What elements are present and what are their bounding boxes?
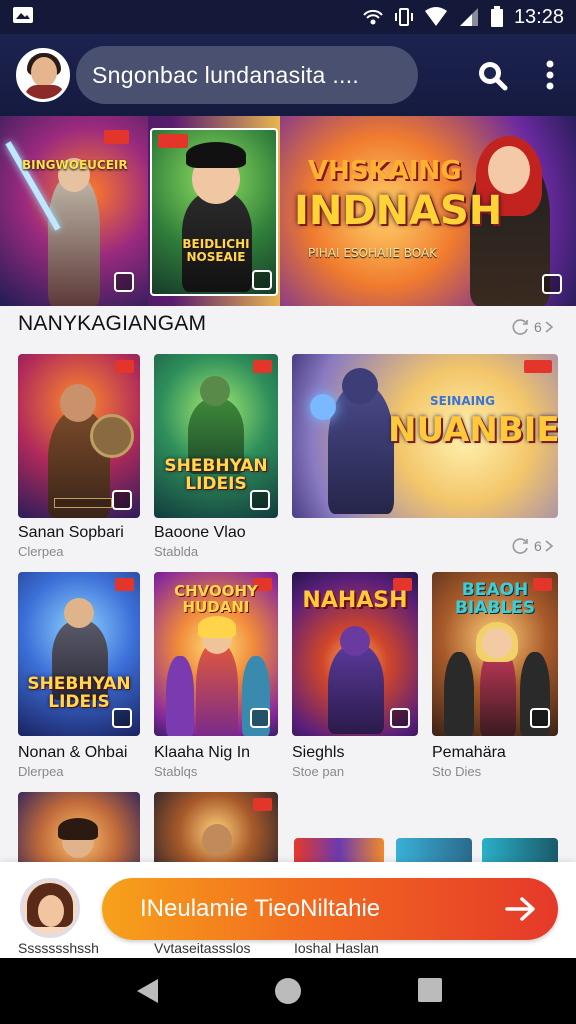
card-logo: SHEBHYAN LIDEIS bbox=[164, 456, 268, 495]
card-title: Baoone Vlao bbox=[154, 524, 246, 541]
card-subtitle: Stoe pan bbox=[292, 764, 345, 779]
card-corner-icon bbox=[530, 708, 550, 728]
panel-3-corner-icon bbox=[542, 274, 562, 294]
see-more-button[interactable]: 6 bbox=[510, 537, 554, 555]
signal-icon bbox=[459, 8, 478, 26]
notification-icon bbox=[13, 6, 33, 23]
see-more-count: 6 bbox=[534, 319, 542, 335]
home-circle-icon[interactable] bbox=[274, 977, 302, 1010]
hero-panel-2-caption: BEIDLICHI NOSEAIE bbox=[182, 237, 250, 264]
search-text: Sngonbac lundanasita .... bbox=[92, 61, 360, 88]
game-card[interactable] bbox=[154, 792, 278, 872]
hero-title-top: VHSKAING bbox=[308, 156, 462, 186]
peek-label: Vvtaseitassslos bbox=[154, 940, 251, 956]
more-vertical-icon[interactable] bbox=[546, 60, 554, 90]
hero-title-main: INDNASH bbox=[294, 188, 503, 234]
chevron-right-icon bbox=[545, 321, 554, 333]
hot-tag bbox=[158, 134, 188, 148]
refresh-icon bbox=[512, 538, 528, 554]
back-triangle-icon[interactable] bbox=[134, 977, 160, 1010]
hero-character bbox=[48, 176, 100, 306]
hero-panel-2[interactable]: BEIDLICHI NOSEAIE bbox=[150, 128, 278, 296]
app-bar: Sngonbac lundanasita .... bbox=[0, 34, 576, 116]
card-subtitle: Sto Dies bbox=[432, 764, 482, 779]
arrow-right-icon bbox=[504, 893, 538, 925]
card-title: Sanan Sopbari bbox=[18, 524, 124, 541]
card-subtitle: Clerpea bbox=[18, 544, 64, 559]
search-input[interactable]: Sngonbac lundanasita .... bbox=[76, 46, 418, 104]
hero-panel-1[interactable]: BINGWOEUCEIR bbox=[0, 116, 148, 306]
vibrate-icon bbox=[394, 8, 413, 26]
cta-label: INeulamie TieoNiltahie bbox=[140, 895, 381, 922]
panel-2-corner-icon bbox=[252, 270, 272, 290]
hero-subtitle: PIHAI ESOHAIIE BOAK bbox=[308, 246, 438, 260]
game-card[interactable]: NAHASH bbox=[292, 572, 418, 736]
card-corner-icon bbox=[250, 708, 270, 728]
card-corner-icon bbox=[250, 490, 270, 510]
status-time: 13:28 bbox=[513, 5, 564, 28]
card-logo-top: SEINAING bbox=[430, 394, 495, 408]
wifi-hotspot-icon bbox=[363, 9, 383, 25]
card-title: Sieghls bbox=[292, 744, 345, 761]
chevron-right-icon bbox=[545, 540, 554, 552]
game-card[interactable]: BEAOH BIABLES bbox=[432, 572, 558, 736]
game-card-featured[interactable]: SEINAING NUANBIES bbox=[292, 354, 558, 518]
recents-square-icon[interactable] bbox=[417, 977, 443, 1008]
game-card[interactable]: CHVOOHY HUDANI bbox=[154, 572, 278, 736]
system-nav-bar bbox=[0, 958, 576, 1024]
profile-avatar-icon[interactable] bbox=[20, 878, 80, 938]
card-logo: NUANBIES bbox=[388, 410, 558, 450]
peek-label: Ssssssshssh bbox=[18, 940, 99, 956]
card-logo: CHVOOHY HUDANI bbox=[174, 582, 258, 616]
card-subtitle: Dlerpea bbox=[18, 764, 64, 779]
sword bbox=[5, 141, 61, 231]
card-subtitle: Stablqs bbox=[154, 764, 198, 779]
cta-button[interactable]: INeulamie TieoNiltahie bbox=[102, 878, 558, 940]
see-more-count: 6 bbox=[534, 538, 542, 554]
game-card[interactable]: SHEBHYAN LIDEIS bbox=[154, 354, 278, 518]
card-title: Pemahära bbox=[432, 744, 506, 761]
hero-banner[interactable]: BINGWOEUCEIR BEIDLICHI NOSEAIE VHSKAING … bbox=[0, 116, 576, 306]
card-title: Klaaha Nig In bbox=[154, 744, 251, 761]
card-corner-icon bbox=[390, 708, 410, 728]
see-more-button[interactable]: 6 bbox=[510, 318, 554, 336]
card-subtitle: Stablda bbox=[154, 544, 199, 559]
refresh-icon bbox=[512, 319, 528, 335]
peek-label: Ioshal Haslan bbox=[294, 940, 379, 956]
game-card[interactable]: SHEBHYAN LIDEIS bbox=[18, 572, 140, 736]
hero-panel-3[interactable]: VHSKAING INDNASH PIHAI ESOHAIIE BOAK bbox=[280, 116, 576, 306]
game-card[interactable] bbox=[18, 354, 140, 518]
card-logo: BEAOH BIABLES bbox=[454, 580, 536, 618]
search-icon[interactable] bbox=[476, 59, 508, 91]
shield bbox=[90, 414, 134, 458]
battery-icon bbox=[490, 6, 503, 27]
card-title: Nonan & Ohbai bbox=[18, 744, 128, 761]
panel-1-corner-icon bbox=[114, 272, 134, 292]
card-logo: SHEBHYAN LIDEIS bbox=[27, 674, 131, 713]
user-avatar-icon[interactable] bbox=[16, 48, 70, 102]
game-card[interactable] bbox=[18, 792, 140, 872]
status-bar: 13:28 bbox=[0, 0, 576, 34]
card-logo: NAHASH bbox=[302, 588, 408, 613]
section-title: NANYKAGIANGAM bbox=[18, 312, 207, 335]
card-corner-icon bbox=[112, 490, 132, 510]
hero-panel-1-caption: BINGWOEUCEIR bbox=[22, 158, 128, 172]
card-corner-icon bbox=[112, 708, 132, 728]
hot-tag bbox=[104, 130, 129, 144]
wifi-icon bbox=[424, 7, 447, 26]
